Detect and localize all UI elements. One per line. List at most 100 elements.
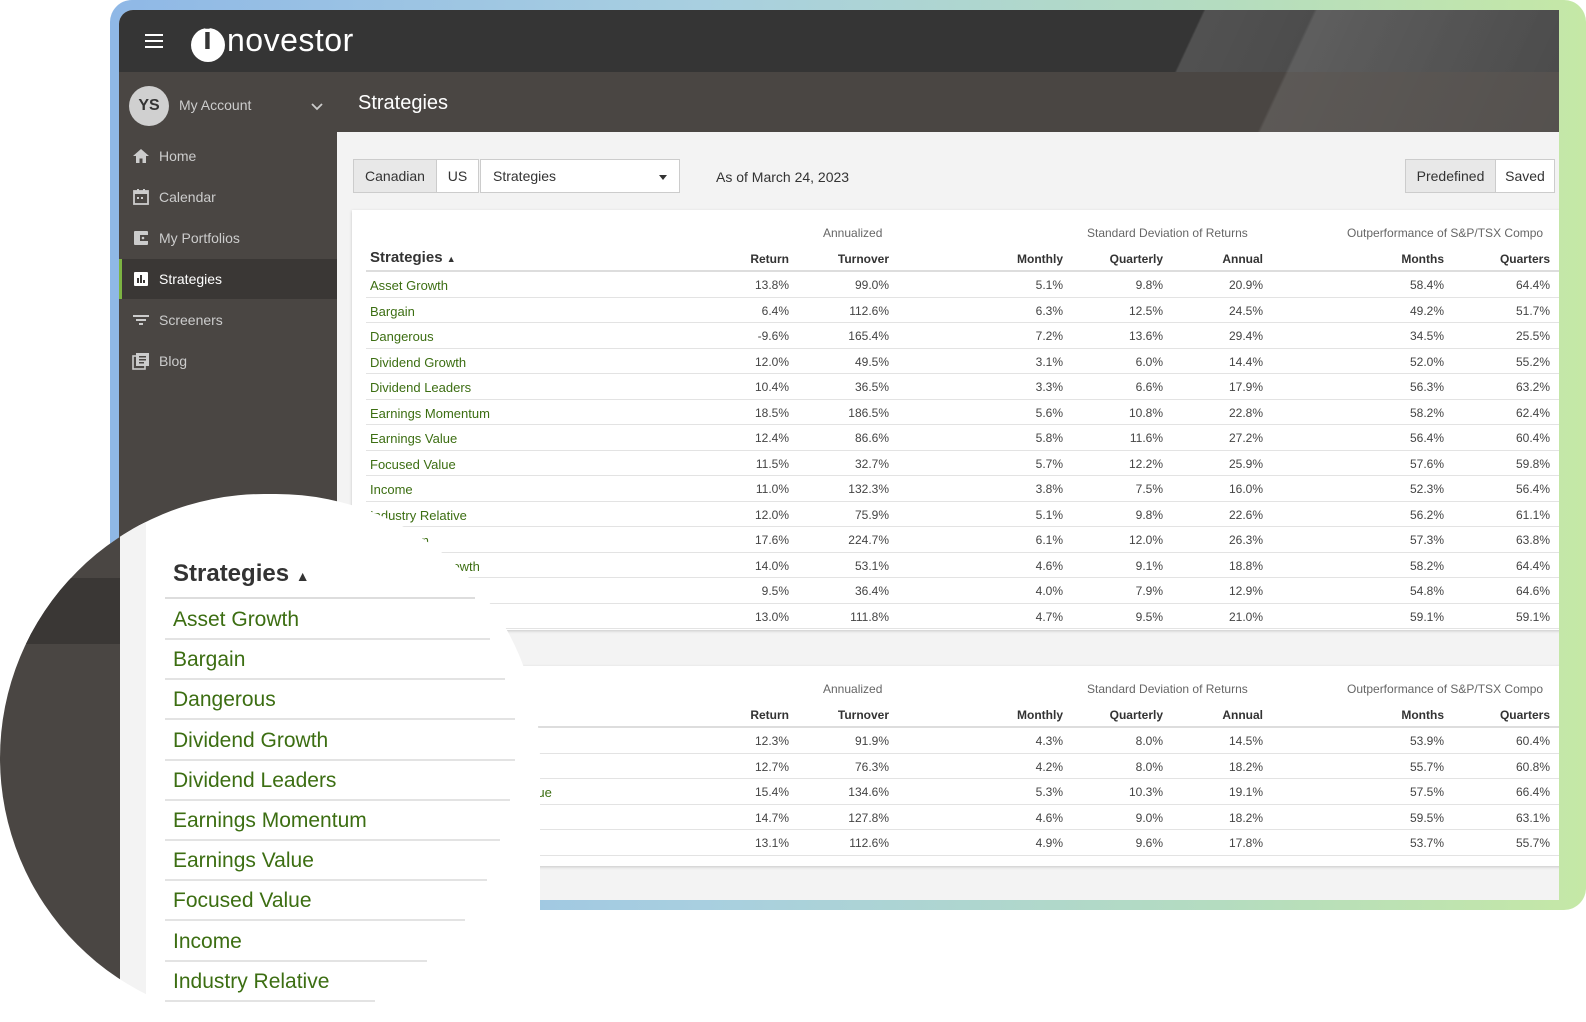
- tab-canadian[interactable]: Canadian: [353, 159, 437, 193]
- table-cell: 59.8%: [1515, 456, 1550, 471]
- zoom-item-label: Dividend Leaders: [173, 768, 337, 792]
- logo-i: i: [203, 20, 212, 56]
- col-months[interactable]: Months: [1364, 252, 1444, 266]
- strategy-link[interactable]: Earnings Momentum: [370, 406, 490, 421]
- col-quarters[interactable]: Quarters: [1470, 252, 1550, 266]
- zoom-item-label: Dividend Growth: [173, 728, 329, 752]
- table-cell: 22.8%: [1228, 405, 1263, 420]
- table-cell: 5.1%: [1035, 507, 1063, 522]
- home-icon: [133, 149, 149, 163]
- wallet-icon: [134, 231, 149, 245]
- sidebar-item-home[interactable]: Home: [119, 136, 337, 176]
- caret-down-icon: [659, 175, 667, 180]
- table-row: Dividend Leaders 10.4% 36.5% 3.3% 6.6% 17.9% 5…: [366, 374, 1559, 400]
- zoom-list-item: Asset Growth: [165, 600, 490, 640]
- table-cell: -9.6%: [757, 329, 789, 343]
- sidebar-item-strategies[interactable]: Strategies: [119, 259, 337, 299]
- table-cell: 12.0%: [754, 354, 789, 369]
- table-cell: 59.5%: [1409, 810, 1444, 825]
- bar-chart-icon: [134, 272, 148, 286]
- col-turnover[interactable]: Turnover: [809, 708, 889, 722]
- zoom-list-item: Focused Value: [165, 881, 465, 922]
- sidebar-item-calendar[interactable]: Calendar: [119, 177, 337, 217]
- blog-icon: [132, 353, 149, 370]
- sidebar-item-screeners[interactable]: Screeners: [119, 300, 337, 340]
- table-cell: 63.2%: [1515, 380, 1550, 394]
- hamburger-menu-icon[interactable]: [145, 34, 163, 49]
- zoom-item-label: Earnings Momentum: [173, 809, 367, 832]
- table-cell: 86.6%: [854, 431, 889, 445]
- table-cell: 14.0%: [754, 558, 789, 573]
- strategies-select[interactable]: Strategies: [480, 159, 680, 193]
- table-row: Earnings Momentum 18.5% 186.5% 5.6% 10.8% 22.…: [366, 400, 1559, 425]
- table-cell: 57.3%: [1409, 533, 1444, 547]
- col-return[interactable]: Return: [709, 708, 789, 722]
- table-cell: 53.9%: [1409, 734, 1444, 748]
- magnifier-circle: Strategies ▲ Asset Growth Bargain Dangerou…: [0, 494, 540, 1022]
- col-turnover[interactable]: Turnover: [809, 252, 889, 266]
- table-row: Focused Value 11.5% 32.7% 5.7% 12.2% 25.9% 57.…: [366, 451, 1559, 476]
- zoom-list-item: Earnings Value: [165, 841, 487, 882]
- table-cell: 27.2%: [1228, 431, 1263, 445]
- table-cell: 60.4%: [1515, 431, 1550, 445]
- sidebar-item-blog[interactable]: Blog: [119, 341, 337, 381]
- table-row: Earnings Value 12.4% 86.6% 5.8% 11.6% 27.2% 56…: [366, 425, 1559, 451]
- table-cell: 66.4%: [1515, 785, 1550, 799]
- table-cell: 224.7%: [848, 533, 889, 547]
- table-cell: 36.4%: [854, 584, 889, 598]
- table-cell: 13.8%: [754, 278, 789, 292]
- table-cell: 12.0%: [754, 507, 789, 522]
- col-return[interactable]: Return: [709, 252, 789, 266]
- zoom-item-label: Focused Value: [173, 889, 312, 913]
- table-cell: 8.0%: [1135, 734, 1163, 748]
- calendar-icon: [133, 189, 149, 205]
- strategy-link[interactable]: Focused Value: [370, 457, 456, 472]
- table-row: Dividend Growth 12.0% 49.5% 3.1% 6.0% 14.4% 52…: [366, 349, 1559, 374]
- table-cell: 6.4%: [761, 303, 789, 318]
- col-months[interactable]: Months: [1364, 708, 1444, 722]
- account-menu[interactable]: YS My Account: [129, 84, 329, 128]
- table-cell: 4.2%: [1035, 759, 1063, 774]
- table-cell: 57.6%: [1409, 456, 1444, 471]
- table-cell: 18.2%: [1228, 810, 1263, 825]
- table-cell: 17.9%: [1228, 380, 1263, 394]
- strategy-link[interactable]: Bargain: [370, 304, 415, 319]
- tab-predefined[interactable]: Predefined: [1405, 159, 1496, 193]
- table-cell: 18.2%: [1228, 759, 1263, 774]
- table-row: Bargain 6.4% 112.6% 6.3% 12.5% 24.5% 49.2% 51.7…: [366, 298, 1559, 323]
- table-cell: 12.7%: [754, 759, 789, 774]
- strategy-link[interactable]: Earnings Value: [370, 431, 457, 446]
- sidebar-item-label: Strategies: [159, 271, 223, 287]
- table-cell: 55.7%: [1409, 759, 1444, 774]
- col-quarterly[interactable]: Quarterly: [1083, 252, 1163, 266]
- inovestor-logo[interactable]: i novestor: [191, 18, 391, 62]
- table-cell: 4.6%: [1035, 558, 1063, 573]
- strategy-link[interactable]: Asset Growth: [370, 278, 448, 293]
- table-cell: 53.1%: [854, 558, 889, 573]
- strategy-link[interactable]: Dangerous: [370, 329, 434, 344]
- group-std-dev: Standard Deviation of Returns: [1087, 682, 1248, 696]
- zoom-header-label: Strategies: [173, 560, 290, 587]
- tab-us[interactable]: US: [436, 159, 479, 193]
- table-cell: 24.5%: [1228, 303, 1263, 318]
- table-cell: 55.2%: [1515, 354, 1550, 369]
- strategy-link[interactable]: Dividend Leaders: [370, 380, 471, 395]
- table-cell: 132.3%: [848, 482, 889, 496]
- table-cell: 91.9%: [854, 734, 889, 748]
- zoom-list-item: Earnings Momentum: [165, 801, 500, 841]
- table-cell: 57.5%: [1409, 785, 1444, 799]
- tab-saved[interactable]: Saved: [1495, 159, 1555, 193]
- sidebar-item-my-portfolios[interactable]: My Portfolios: [119, 218, 337, 258]
- col-annual[interactable]: Annual: [1183, 708, 1263, 722]
- sidebar-item-label: Blog: [159, 353, 188, 369]
- col-monthly[interactable]: Monthly: [983, 252, 1063, 266]
- strategy-link[interactable]: Dividend Growth: [370, 355, 466, 370]
- table-cell: 4.0%: [1035, 584, 1063, 598]
- col-quarterly[interactable]: Quarterly: [1083, 708, 1163, 722]
- col-annual[interactable]: Annual: [1183, 252, 1263, 266]
- col-monthly[interactable]: Monthly: [983, 708, 1063, 722]
- sort-strategies-header[interactable]: Strategies ▲: [370, 249, 456, 266]
- col-quarters[interactable]: Quarters: [1470, 708, 1550, 722]
- table-cell: 3.3%: [1035, 380, 1063, 394]
- table-cell: 6.0%: [1135, 354, 1163, 369]
